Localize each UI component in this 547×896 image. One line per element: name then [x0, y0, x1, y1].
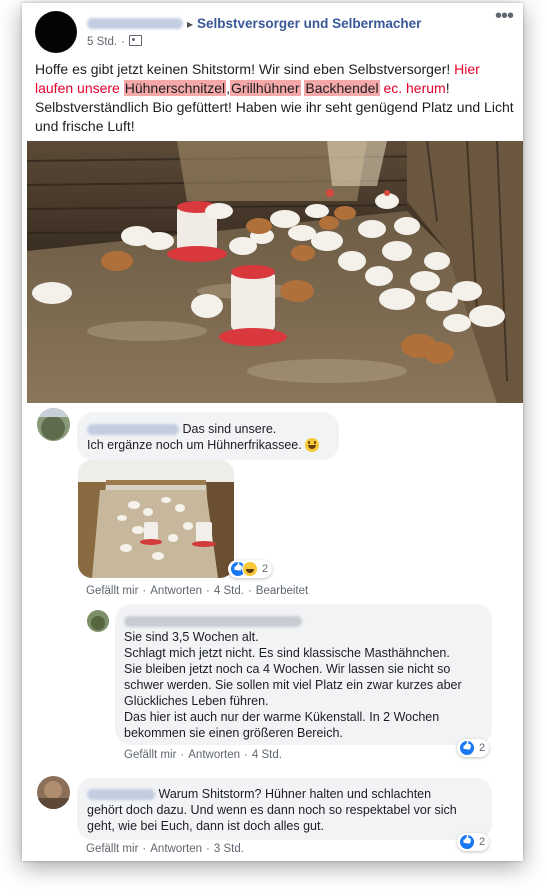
post-text-intro: Hoffe es gibt jetzt keinen Shitstorm! Wi… — [35, 61, 455, 77]
meta-separator: · — [121, 36, 125, 48]
more-options-icon[interactable]: ••• — [495, 5, 514, 28]
comment-text: Warum Shitstorm? Hühner halten und schla… — [158, 787, 432, 801]
reply-text: Glückliches Leben führen. — [124, 694, 269, 708]
post-text-exclaim: ! — [445, 80, 450, 96]
comment-actions: Gefällt mir · Antworten · 4 Std. · Bearbeitet — [86, 585, 309, 597]
reply-link[interactable]: Antworten — [150, 843, 202, 855]
post-header: ▸ Selbstversorger und Selbermacher — [87, 15, 421, 31]
chevron-right-icon: ▸ — [187, 16, 194, 31]
reaction-summary[interactable]: 2 — [457, 739, 490, 757]
post-card: ▸ Selbstversorger und Selbermacher 5 Std.… — [22, 3, 523, 861]
public-audience-icon — [128, 35, 142, 46]
reply-bubble: Sie sind 3,5 Wochen alt. Schlagt mich je… — [115, 604, 492, 745]
commenter-avatar[interactable] — [37, 408, 70, 441]
like-reaction-icon — [459, 834, 475, 850]
edited-link[interactable]: Bearbeitet — [256, 585, 308, 597]
post-text-outro: Selbstverständlich Bio gefüttert! Haben … — [35, 99, 514, 134]
reply-text: Sie sind 3,5 Wochen alt. — [124, 630, 259, 644]
comment-actions: Gefällt mir · Antworten · 3 Std. — [86, 843, 244, 855]
like-link[interactable]: Gefällt mir — [86, 843, 138, 855]
comment-text: Ich ergänze noch um Hühnerfrikassee. — [87, 438, 302, 452]
commenter-name-blurred[interactable] — [87, 789, 155, 801]
reply-text: Schlagt mich jetzt nicht. Es sind klassi… — [124, 646, 450, 660]
reaction-count: 2 — [262, 563, 269, 575]
haha-reaction-icon — [242, 561, 258, 577]
post-text-red-end: ec. herum — [379, 80, 446, 96]
comment-bubble: Warum Shitstorm? Hühner halten und schla… — [77, 778, 492, 840]
comment-text: Das sind unsere. — [182, 422, 277, 436]
reaction-count: 2 — [479, 836, 486, 848]
like-link[interactable]: Gefällt mir — [124, 749, 176, 761]
post-text: Hoffe es gibt jetzt keinen Shitstorm! Wi… — [35, 60, 515, 136]
reply-avatar[interactable] — [87, 610, 109, 632]
highlight-huehnerschnitzel: Hühnerschnitzel — [123, 80, 227, 96]
post-meta: 5 Std. · — [87, 35, 142, 48]
reply-actions: Gefällt mir · Antworten · 4 Std. — [124, 749, 282, 761]
commenter-name-blurred[interactable] — [87, 424, 179, 436]
reply-link[interactable]: Antworten — [188, 749, 240, 761]
reply-text: Sie bleiben jetzt noch ca 4 Wochen. Wir … — [124, 662, 451, 676]
comment-text: geht, wie bei Euch, dann ist doch alles … — [87, 819, 324, 833]
reply-text: Das hier ist auch nur der warme Kükensta… — [124, 710, 440, 724]
poster-name-blurred[interactable] — [87, 18, 183, 30]
grinning-emoji-icon — [305, 438, 320, 452]
like-reaction-icon — [459, 740, 475, 756]
comment-photo[interactable] — [78, 460, 234, 578]
comment-time[interactable]: 4 Std. — [214, 585, 244, 597]
highlight-grillhuehner: Grillhühner — [230, 80, 301, 96]
comment-time[interactable]: 4 Std. — [252, 749, 282, 761]
replier-name-blurred[interactable] — [124, 616, 302, 628]
comment-bubble: Das sind unsere. Ich ergänze noch um Hüh… — [77, 412, 339, 460]
post-photo[interactable] — [27, 141, 523, 403]
reaction-summary[interactable]: 2 — [228, 560, 273, 578]
comment-time[interactable]: 3 Std. — [214, 843, 244, 855]
like-link[interactable]: Gefällt mir — [86, 585, 138, 597]
post-time[interactable]: 5 Std. — [87, 36, 117, 48]
comment-text: gehört doch dazu. Und wenn es dann noch … — [87, 803, 457, 817]
reply-text: schwer werden. Sie sollen mit viel Platz… — [124, 678, 462, 692]
reply-link[interactable]: Antworten — [150, 585, 202, 597]
poster-avatar[interactable] — [35, 11, 77, 53]
commenter-avatar[interactable] — [37, 776, 70, 809]
highlight-backhendel: Backhendel — [304, 80, 380, 96]
reply-text: bekommen sie einen größeren Bereich. — [124, 726, 343, 740]
group-name-link[interactable]: Selbstversorger und Selbermacher — [197, 16, 421, 31]
reaction-summary[interactable]: 2 — [457, 833, 490, 851]
reaction-count: 2 — [479, 742, 486, 754]
